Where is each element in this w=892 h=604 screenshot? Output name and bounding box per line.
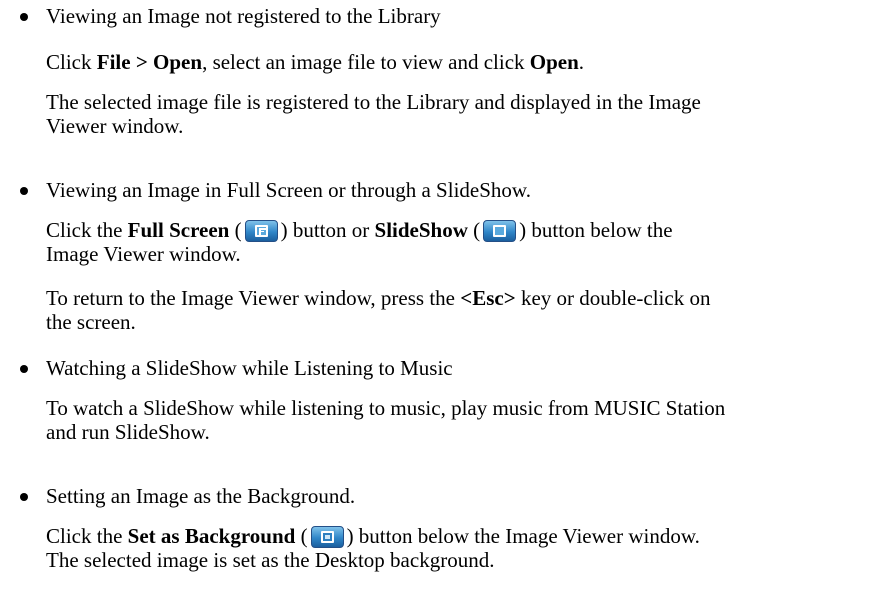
text: ( <box>229 218 242 242</box>
full-screen-glyph <box>254 225 268 237</box>
bullet-item: Watching a SlideShow while Listening to … <box>0 356 892 380</box>
text-line: To watch a SlideShow while listening to … <box>46 396 726 420</box>
text: Click the <box>46 218 128 242</box>
text-line: Image Viewer window. <box>46 242 241 266</box>
text-line: Click the Full Screen ( ) button or Slide… <box>46 218 884 242</box>
text: ) button below the <box>519 218 673 242</box>
text: To return to the Image Viewer window, pr… <box>46 286 461 310</box>
return-paragraph: To return to the Image Viewer window, pr… <box>46 286 884 334</box>
set-as-background-label: Set as Background <box>127 524 296 548</box>
instruction-paragraph: Click the Full Screen ( ) button or Slide… <box>46 218 884 266</box>
section-full-screen-slideshow: Viewing an Image in Full Screen or throu… <box>0 178 892 334</box>
text-line: To return to the Image Viewer window, pr… <box>46 286 884 310</box>
bullet-dot-icon <box>20 13 28 21</box>
instruction-paragraph: To watch a SlideShow while listening to … <box>46 396 884 444</box>
text-line: Viewer window. <box>46 114 184 138</box>
bullet-heading: Viewing an Image not registered to the L… <box>46 4 441 28</box>
result-paragraph: The selected image file is registered to… <box>46 90 884 138</box>
menu-path: File > Open <box>96 50 203 74</box>
text: ( <box>295 524 308 548</box>
bullet-item: Viewing an Image not registered to the L… <box>0 4 892 28</box>
text-line: Click the Set as Background ( ) button be… <box>46 524 884 548</box>
text-line: the screen. <box>46 310 136 334</box>
bullet-dot-icon <box>20 187 28 195</box>
text-line: and run SlideShow. <box>46 420 210 444</box>
bullet-item: Viewing an Image in Full Screen or throu… <box>0 178 892 202</box>
instruction-paragraph: Click the Set as Background ( ) button be… <box>46 524 884 572</box>
esc-key-label: <Esc> <box>460 286 516 310</box>
full-screen-icon <box>244 220 278 242</box>
full-screen-label: Full Screen <box>127 218 230 242</box>
background-glyph <box>320 531 334 543</box>
bullet-dot-icon <box>20 493 28 501</box>
section-view-unregistered: Viewing an Image not registered to the L… <box>0 4 892 138</box>
bullet-heading: Watching a SlideShow while Listening to … <box>46 356 453 380</box>
slideshow-glyph <box>493 225 507 237</box>
help-document: Viewing an Image not registered to the L… <box>0 0 892 604</box>
instruction-paragraph: Click File > Open, select an image file … <box>46 50 884 74</box>
section-set-background: Setting an Image as the Background. Clic… <box>0 484 892 572</box>
section-slideshow-music: Watching a SlideShow while Listening to … <box>0 356 892 444</box>
text: Click <box>46 50 97 74</box>
text: ( <box>467 218 481 242</box>
set-as-background-icon <box>310 526 344 548</box>
text: . <box>578 50 585 74</box>
text: ) button below the Image Viewer window. <box>346 524 700 548</box>
open-label: Open <box>529 50 579 74</box>
slideshow-label: SlideShow <box>374 218 468 242</box>
text: ) button or <box>280 218 375 242</box>
text: , select an image file to view and click <box>202 50 530 74</box>
bullet-item: Setting an Image as the Background. <box>0 484 892 508</box>
bullet-heading: Setting an Image as the Background. <box>46 484 356 508</box>
text: key or double-click on <box>515 286 711 310</box>
bullet-heading: Viewing an Image in Full Screen or throu… <box>46 178 531 202</box>
text: Click the <box>46 524 128 548</box>
text-line: The selected image is set as the Desktop… <box>46 548 495 572</box>
slideshow-icon <box>483 220 517 242</box>
text-line: The selected image file is registered to… <box>46 90 701 114</box>
bullet-dot-icon <box>20 365 28 373</box>
